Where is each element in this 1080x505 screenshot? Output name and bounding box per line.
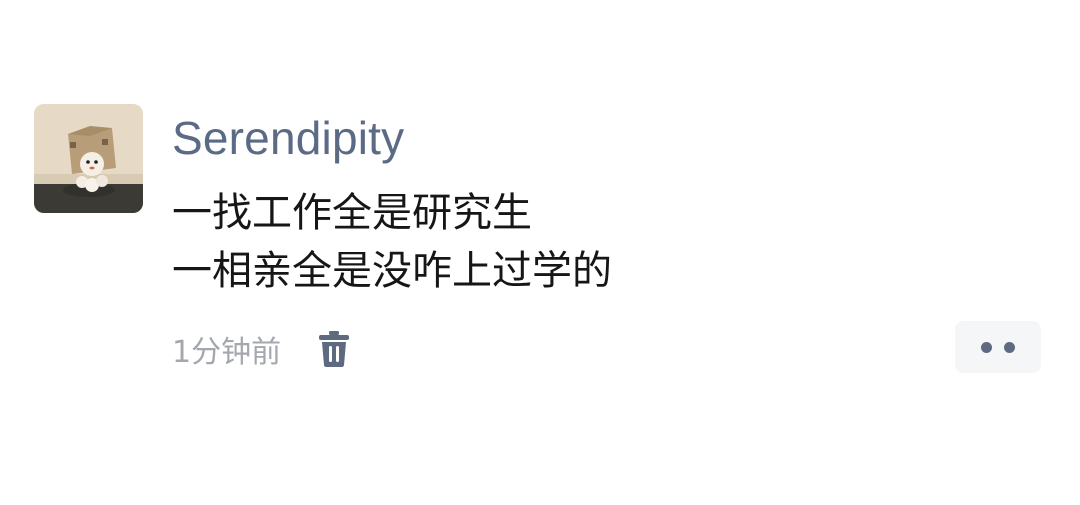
post-content-line: 一相亲全是没咋上过学的	[172, 248, 612, 294]
post-meta: 1分钟前	[172, 324, 351, 374]
trash-icon[interactable]	[317, 329, 351, 369]
author-name[interactable]: Serendipity	[172, 110, 404, 166]
post-content-line: 一找工作全是研究生	[172, 190, 532, 236]
avatar-image	[34, 104, 143, 213]
trash-icon-glyph	[319, 331, 350, 367]
more-dots-icon[interactable]	[955, 321, 1041, 373]
dot	[981, 341, 992, 353]
avatar[interactable]	[34, 104, 143, 213]
post-timestamp: 1分钟前	[172, 335, 282, 370]
moment-post: Serendipity 一找工作全是研究生 一相亲全是没咋上过学的 1分钟前	[0, 0, 1080, 505]
dot	[1004, 341, 1015, 353]
post-content: 一找工作全是研究生 一相亲全是没咋上过学的	[172, 184, 932, 300]
